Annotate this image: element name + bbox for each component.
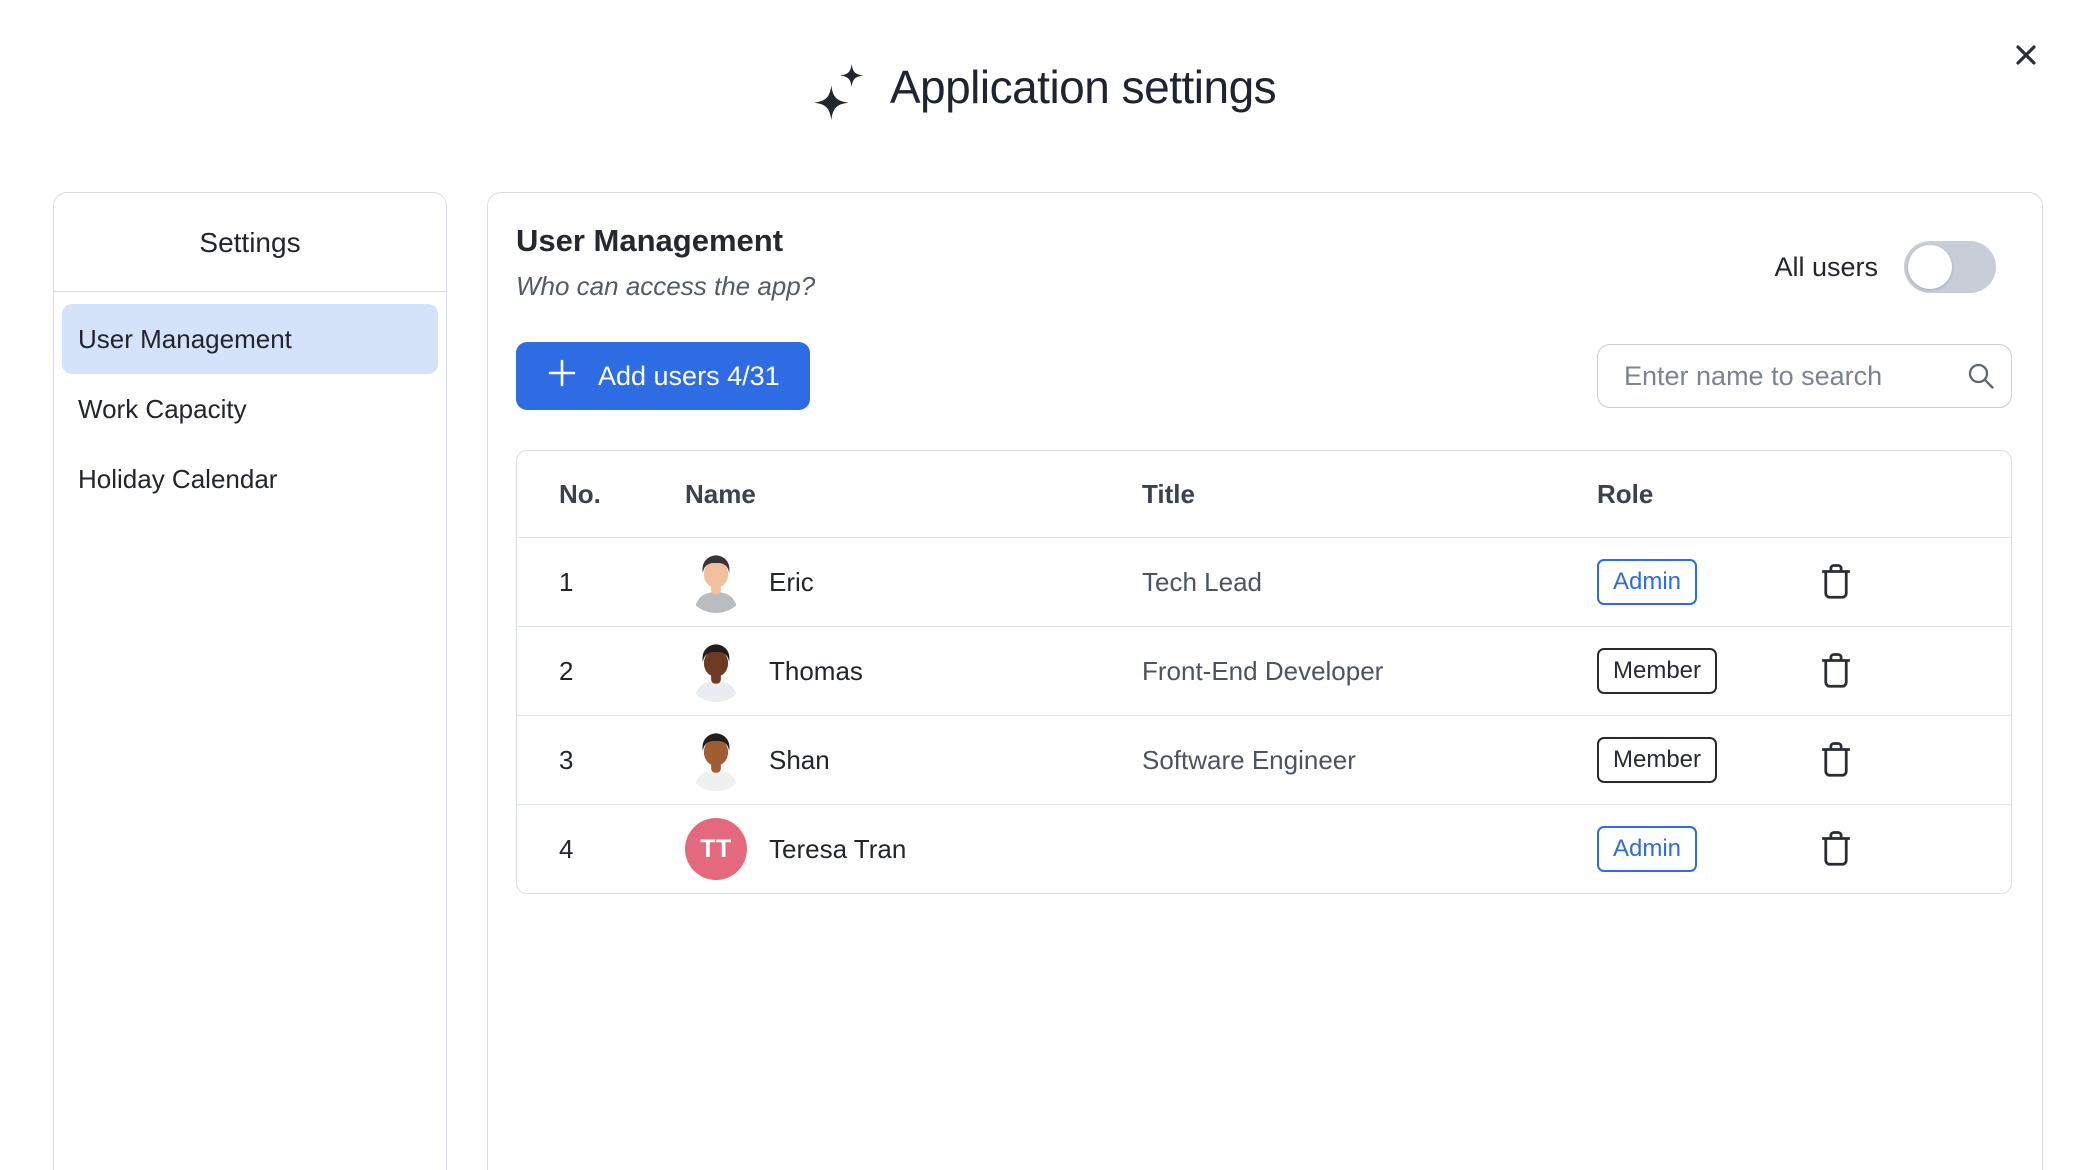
delete-user-button[interactable] [1814, 738, 1858, 782]
role-badge[interactable]: Member [1597, 737, 1717, 783]
panel-title: User Management [516, 223, 815, 259]
user-management-panel: User Management Who can access the app? … [487, 192, 2043, 1170]
toggle-knob [1908, 245, 1952, 289]
role-cell: Admin [1597, 559, 1812, 605]
sidebar-item-holiday-calendar[interactable]: Holiday Calendar [62, 444, 438, 514]
all-users-toggle[interactable] [1904, 241, 1996, 293]
role-cell: Member [1597, 737, 1812, 783]
settings-sidebar: Settings User Management Work Capacity H… [53, 192, 447, 1170]
page-title: Application settings [890, 52, 1276, 122]
all-users-label: All users [1774, 252, 1878, 283]
trash-icon [1818, 651, 1854, 692]
role-badge[interactable]: Member [1597, 648, 1717, 694]
close-icon [2011, 40, 2041, 73]
panel-subtitle: Who can access the app? [516, 271, 815, 302]
trash-icon [1818, 829, 1854, 870]
avatar [685, 640, 747, 702]
user-name-cell: Eric [685, 551, 1142, 613]
user-title: Software Engineer [1142, 745, 1597, 776]
sidebar-item-label: Work Capacity [78, 394, 247, 425]
table-row: 4 TT Teresa Tran Admin [517, 804, 2011, 893]
user-name: Teresa Tran [769, 834, 906, 865]
user-name-cell: Thomas [685, 640, 1142, 702]
role-cell: Member [1597, 648, 1812, 694]
user-name-cell: Shan [685, 729, 1142, 791]
sidebar-item-label: Holiday Calendar [78, 464, 277, 495]
table-row: 1 Eric Tech Lead Admin [517, 537, 2011, 626]
actions-cell [1812, 827, 2011, 871]
plus-icon [546, 357, 578, 396]
role-cell: Admin [1597, 826, 1812, 872]
user-title: Front-End Developer [1142, 656, 1597, 687]
column-header-name: Name [685, 479, 1142, 510]
sidebar-title: Settings [54, 193, 446, 292]
avatar: TT [685, 818, 747, 880]
row-number: 4 [517, 834, 685, 865]
add-users-button[interactable]: Add users 4/31 [516, 342, 810, 410]
row-number: 3 [517, 745, 685, 776]
actions-cell [1812, 560, 2011, 604]
delete-user-button[interactable] [1814, 560, 1858, 604]
add-users-label: Add users 4/31 [598, 361, 780, 392]
dialog-header: Application settings [0, 0, 2086, 192]
actions-cell [1812, 649, 2011, 693]
trash-icon [1818, 562, 1854, 603]
column-header-no: No. [517, 479, 685, 510]
sidebar-item-label: User Management [78, 324, 292, 355]
table-body: 1 Eric Tech Lead Admin [517, 537, 2011, 893]
sidebar-item-work-capacity[interactable]: Work Capacity [62, 374, 438, 444]
panel-heading-block: User Management Who can access the app? [516, 223, 815, 302]
user-name: Shan [769, 745, 830, 776]
row-number: 2 [517, 656, 685, 687]
user-name-cell: TT Teresa Tran [685, 818, 1142, 880]
search-box [1597, 344, 2012, 408]
column-header-title: Title [1142, 479, 1597, 510]
user-name: Thomas [769, 656, 863, 687]
sparkles-icon [810, 60, 872, 122]
all-users-control: All users [1774, 241, 1996, 293]
table-row: 2 Thomas Front-End Developer Member [517, 626, 2011, 715]
delete-user-button[interactable] [1814, 827, 1858, 871]
user-title: Tech Lead [1142, 567, 1597, 598]
avatar [685, 729, 747, 791]
table-row: 3 Shan Software Engineer Member [517, 715, 2011, 804]
users-table: No. Name Title Role 1 Eric Tech Lead [516, 450, 2012, 894]
avatar [685, 551, 747, 613]
dialog-body: Settings User Management Work Capacity H… [0, 192, 2086, 1170]
trash-icon [1818, 740, 1854, 781]
sidebar-item-user-management[interactable]: User Management [62, 304, 438, 374]
close-button[interactable] [2008, 38, 2044, 74]
delete-user-button[interactable] [1814, 649, 1858, 693]
role-badge[interactable]: Admin [1597, 826, 1697, 872]
sidebar-nav: User Management Work Capacity Holiday Ca… [54, 292, 446, 526]
column-header-role: Role [1597, 479, 1812, 510]
search-input[interactable] [1597, 344, 2012, 408]
table-header: No. Name Title Role [517, 451, 2011, 537]
user-name: Eric [769, 567, 814, 598]
actions-cell [1812, 738, 2011, 782]
row-number: 1 [517, 567, 685, 598]
role-badge[interactable]: Admin [1597, 559, 1697, 605]
